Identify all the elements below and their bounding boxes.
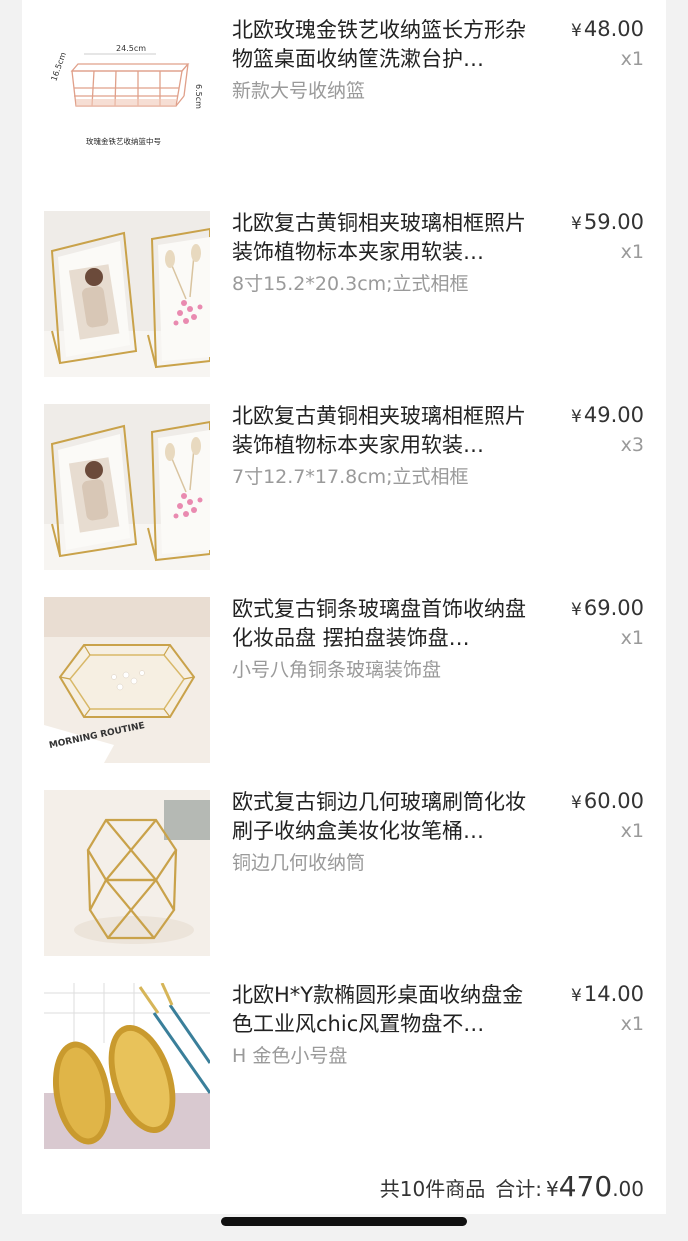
product-price: ¥48.00 xyxy=(571,17,644,41)
total-label: 合计: xyxy=(495,1177,542,1201)
product-title[interactable]: 欧式复古铜边几何玻璃刷筒化妆刷子收纳盒美妆化妆笔桶… xyxy=(232,788,532,846)
brass-photo-frame-image[interactable] xyxy=(44,211,210,377)
product-quantity: x1 xyxy=(620,241,644,263)
product-quantity: x1 xyxy=(620,820,644,842)
currency-symbol: ¥ xyxy=(571,214,582,234)
product-price: ¥69.00 xyxy=(571,596,644,620)
product-spec: H 金色小号盘 xyxy=(232,1045,348,1067)
product-title[interactable]: 北欧H*Y款椭圆形桌面收纳盘金色工业风chic风置物盘不… xyxy=(232,981,532,1039)
list-item[interactable]: 24.5cm 16.5cm 6.5cm 玫瑰金铁艺收纳篮中号 北欧玫瑰金铁艺收纳… xyxy=(22,0,666,193)
home-indicator[interactable] xyxy=(221,1217,467,1226)
price-value: 69.00 xyxy=(583,596,644,620)
product-price: ¥49.00 xyxy=(571,403,644,427)
product-title[interactable]: 北欧复古黄铜相夹玻璃相框照片装饰植物标本夹家用软装… xyxy=(232,402,532,460)
geometric-brush-holder-image[interactable] xyxy=(44,790,210,956)
list-item[interactable]: 北欧H*Y款椭圆形桌面收纳盘金色工业风chic风置物盘不… H 金色小号盘 ¥1… xyxy=(22,965,666,1158)
price-value: 60.00 xyxy=(583,789,644,813)
dimension-label: 16.5cm xyxy=(49,51,68,82)
order-summary: 共10件商品 合计: ¥470.00 xyxy=(380,1170,644,1206)
product-title[interactable]: 北欧复古黄铜相夹玻璃相框照片装饰植物标本夹家用软装… xyxy=(232,209,532,267)
list-item[interactable]: 北欧复古黄铜相夹玻璃相框照片装饰植物标本夹家用软装… 7寸12.7*17.8cm… xyxy=(22,386,666,579)
list-item[interactable]: 欧式复古铜边几何玻璃刷筒化妆刷子收纳盒美妆化妆笔桶… 铜边几何收纳筒 ¥60.0… xyxy=(22,772,666,965)
list-item[interactable]: 北欧复古黄铜相夹玻璃相框照片装饰植物标本夹家用软装… 8寸15.2*20.3cm… xyxy=(22,193,666,386)
currency-symbol: ¥ xyxy=(571,407,582,427)
octagon-glass-tray-image[interactable]: MORNING ROUTINE xyxy=(44,597,210,763)
product-quantity: x1 xyxy=(620,627,644,649)
product-spec: 8寸15.2*20.3cm;立式相框 xyxy=(232,273,469,295)
currency-symbol: ¥ xyxy=(571,986,582,1006)
list-item[interactable]: MORNING ROUTINE 欧式复古铜条玻璃盘首饰收纳盘 化妆品盘 摆拍盘装… xyxy=(22,579,666,772)
image-caption: 玫瑰金铁艺收纳篮中号 xyxy=(86,136,161,146)
product-spec: 铜边几何收纳筒 xyxy=(232,852,366,874)
product-price: ¥14.00 xyxy=(571,982,644,1006)
item-count: 共10件商品 xyxy=(379,1177,486,1201)
total-amount-integer: 470 xyxy=(558,1170,613,1203)
product-spec: 小号八角铜条玻璃装饰盘 xyxy=(232,659,442,681)
currency-symbol: ¥ xyxy=(571,793,582,813)
order-items-card: 24.5cm 16.5cm 6.5cm 玫瑰金铁艺收纳篮中号 北欧玫瑰金铁艺收纳… xyxy=(22,0,666,1214)
total-amount-decimal: .00 xyxy=(612,1177,644,1201)
price-value: 14.00 xyxy=(583,982,644,1006)
gold-oval-tray-image[interactable] xyxy=(44,983,210,1149)
price-value: 59.00 xyxy=(583,210,644,234)
product-quantity: x3 xyxy=(620,434,644,456)
price-value: 49.00 xyxy=(583,403,644,427)
product-spec: 7寸12.7*17.8cm;立式相框 xyxy=(232,466,469,488)
product-quantity: x1 xyxy=(620,1013,644,1035)
product-title[interactable]: 北欧玫瑰金铁艺收纳篮长方形杂物篮桌面收纳筐洗漱台护… xyxy=(232,16,532,74)
currency-symbol: ¥ xyxy=(571,600,582,620)
dimension-label: 6.5cm xyxy=(194,84,203,109)
product-spec: 新款大号收纳篮 xyxy=(232,80,366,102)
dimension-label: 24.5cm xyxy=(116,44,146,53)
rose-gold-wire-basket-image[interactable]: 24.5cm 16.5cm 6.5cm 玫瑰金铁艺收纳篮中号 xyxy=(44,0,210,162)
product-price: ¥59.00 xyxy=(571,210,644,234)
brass-photo-frame-image[interactable] xyxy=(44,404,210,570)
currency-symbol: ¥ xyxy=(571,21,582,41)
product-price: ¥60.00 xyxy=(571,789,644,813)
product-title[interactable]: 欧式复古铜条玻璃盘首饰收纳盘 化妆品盘 摆拍盘装饰盘… xyxy=(232,595,532,653)
price-value: 48.00 xyxy=(583,17,644,41)
currency-symbol: ¥ xyxy=(546,1177,559,1201)
product-quantity: x1 xyxy=(620,48,644,70)
